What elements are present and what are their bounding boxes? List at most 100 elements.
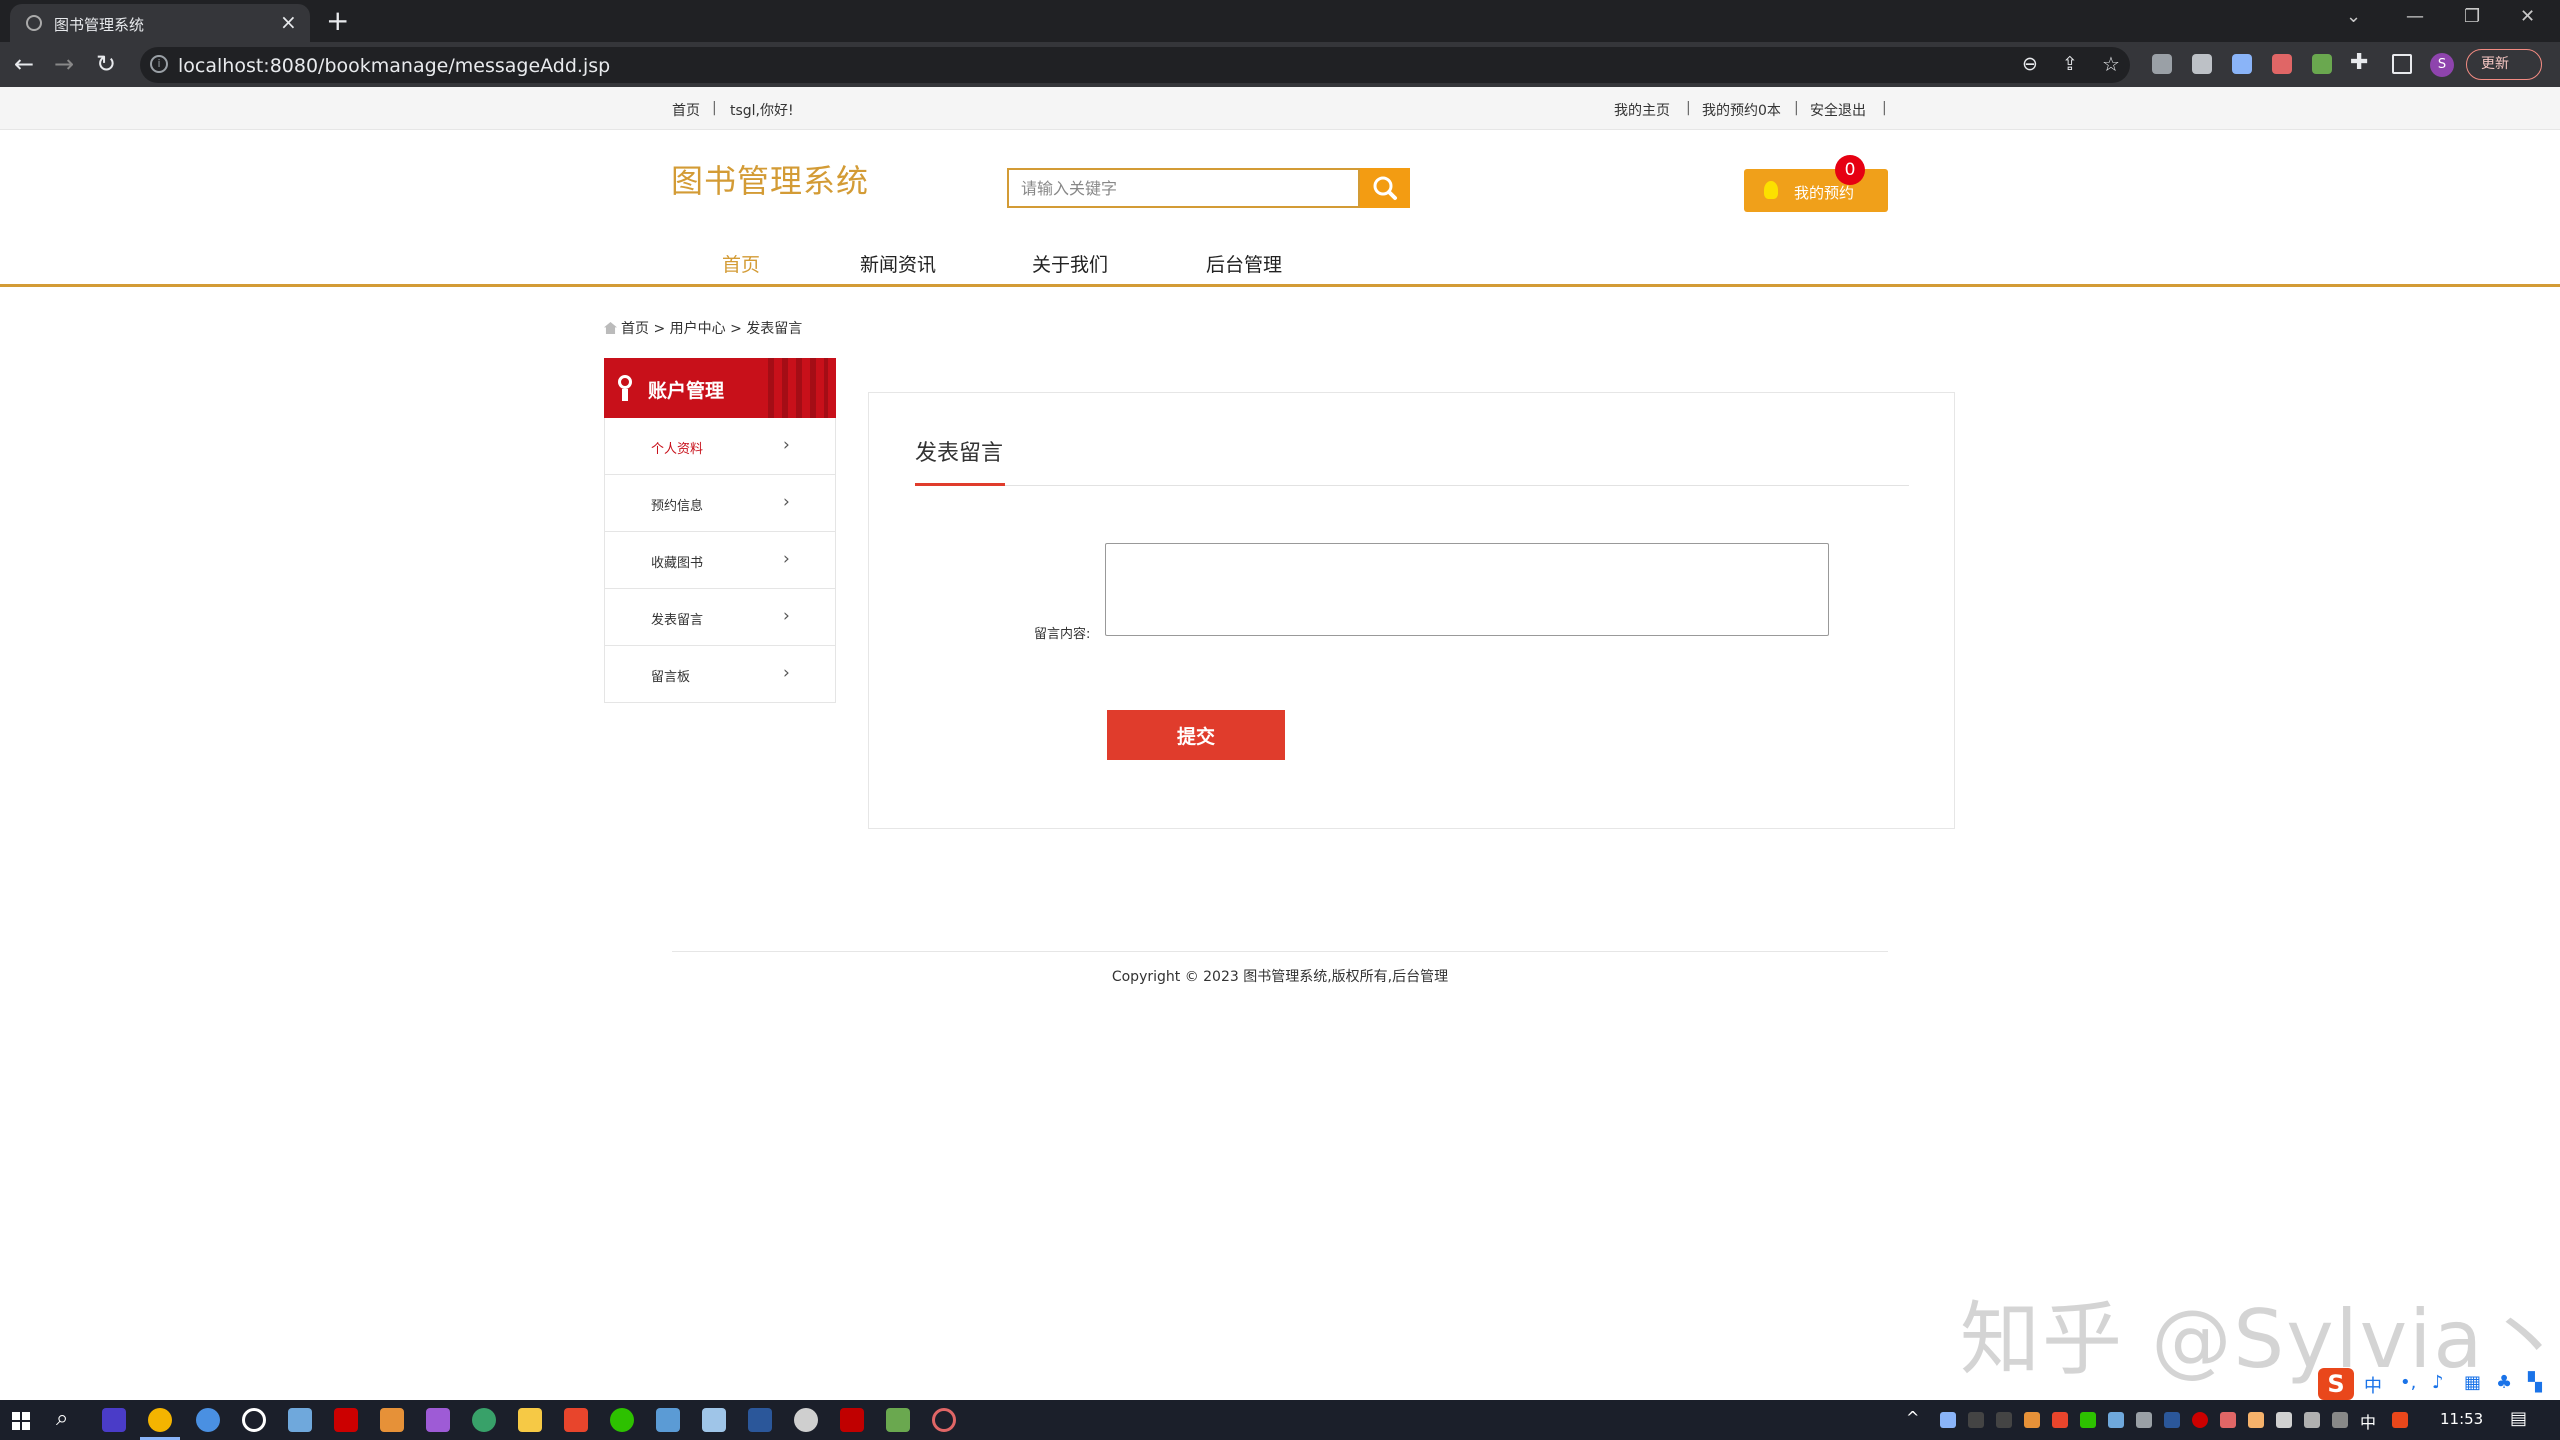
app-icon-blue[interactable] — [656, 1408, 680, 1432]
search-icon — [1373, 176, 1397, 200]
shield-extension-icon[interactable] — [2272, 54, 2292, 74]
app-icon-gray[interactable] — [794, 1408, 818, 1432]
intellij-icon[interactable] — [102, 1408, 126, 1432]
back-icon[interactable]: ← — [14, 50, 34, 78]
browser-app-icon[interactable] — [196, 1408, 220, 1432]
share-icon[interactable]: ⇪ — [2062, 53, 2078, 75]
zoom-icon[interactable]: ⊖ — [2022, 53, 2038, 75]
new-tab-button[interactable]: + — [326, 4, 349, 37]
qq-tray-icon[interactable] — [1996, 1412, 2012, 1428]
tray-icon[interactable] — [2192, 1412, 2208, 1428]
network-icon[interactable] — [2276, 1412, 2292, 1428]
minimize-icon[interactable]: — — [2406, 6, 2424, 27]
my-reservation-button[interactable]: 我的预约 — [1744, 169, 1888, 212]
chrome-icon[interactable] — [148, 1408, 172, 1432]
tray-icon[interactable] — [2248, 1412, 2264, 1428]
camera-extension-icon[interactable] — [2192, 54, 2212, 74]
ime-keyboard-icon[interactable]: ▦ — [2464, 1372, 2481, 1393]
taskbar-clock[interactable]: 11:53 — [2440, 1410, 2483, 1428]
puzzle-icon[interactable]: ✚ — [2350, 50, 2368, 75]
qq-tray-icon[interactable] — [1968, 1412, 1984, 1428]
bookmark-star-icon[interactable]: ☆ — [2102, 52, 2120, 76]
file-explorer-icon[interactable] — [518, 1408, 542, 1432]
word-icon[interactable] — [748, 1408, 772, 1432]
site-info-icon[interactable]: i — [150, 55, 168, 73]
sidebar-item-message-board[interactable]: 留言板 › — [604, 646, 836, 703]
remote-desktop-icon[interactable] — [288, 1408, 312, 1432]
breadcrumb-home[interactable]: 首页 — [621, 321, 649, 337]
logout-link[interactable]: 安全退出 — [1810, 100, 1866, 120]
search-icon[interactable]: ⌕ — [56, 1406, 68, 1431]
update-button[interactable]: 更新 — [2466, 49, 2542, 80]
forward-icon[interactable]: → — [54, 50, 74, 78]
tray-icon[interactable] — [2108, 1412, 2124, 1428]
sidebar-item-post-message[interactable]: 发表留言 › — [604, 589, 836, 646]
app-icon-orange[interactable] — [380, 1408, 404, 1432]
top-separator: | — [1686, 100, 1691, 116]
notepad-icon[interactable] — [886, 1408, 910, 1432]
pen-icon[interactable] — [2332, 1412, 2348, 1428]
top-home-link[interactable]: 首页 — [672, 100, 700, 120]
side-panel-icon[interactable] — [2392, 54, 2412, 74]
nav-admin[interactable]: 后台管理 — [1206, 250, 1282, 277]
nav-news[interactable]: 新闻资讯 — [860, 250, 936, 277]
windows-start-icon[interactable] — [12, 1412, 30, 1430]
tray-icon[interactable] — [2024, 1412, 2040, 1428]
ime-tray-indicator[interactable]: 中 — [2360, 1409, 2376, 1433]
image-extension-icon[interactable] — [2232, 54, 2252, 74]
ime-punctuation-icon[interactable]: •, — [2400, 1372, 2416, 1393]
network-app-icon[interactable] — [702, 1408, 726, 1432]
sidebar-item-profile[interactable]: 个人资料 › — [604, 418, 836, 475]
volume-icon[interactable] — [2304, 1412, 2320, 1428]
nav-about[interactable]: 关于我们 — [1032, 250, 1108, 277]
app-icon-red[interactable] — [334, 1408, 358, 1432]
ime-skin-icon[interactable]: ♣ — [2496, 1372, 2512, 1393]
message-content-textarea[interactable] — [1105, 543, 1829, 636]
award-icon — [618, 375, 632, 389]
notification-icon[interactable]: ▤ — [2510, 1408, 2527, 1429]
wps-icon[interactable] — [840, 1408, 864, 1432]
panel-title-underline — [915, 483, 1005, 486]
app-icon-red-2[interactable] — [564, 1408, 588, 1432]
sidebar-item-favorites[interactable]: 收藏图书 › — [604, 532, 836, 589]
wechat-tray-icon[interactable] — [2080, 1412, 2096, 1428]
submit-button[interactable]: 提交 — [1107, 710, 1285, 760]
record-app-icon[interactable] — [242, 1408, 266, 1432]
extension-icon[interactable] — [2152, 54, 2172, 74]
browser-tab[interactable]: 图书管理系统 × — [10, 4, 310, 42]
close-tab-icon[interactable]: × — [280, 10, 297, 34]
close-window-icon[interactable]: ✕ — [2520, 6, 2535, 27]
search-input[interactable] — [1009, 170, 1358, 206]
address-bar[interactable]: i localhost:8080/bookmanage/messageAdd.j… — [140, 47, 2130, 83]
my-reservation-link[interactable]: 我的预约0本 — [1702, 100, 1781, 120]
restore-icon[interactable]: ❐ — [2464, 6, 2480, 27]
sogou-tray-icon[interactable] — [2392, 1412, 2408, 1428]
my-home-link[interactable]: 我的主页 — [1614, 100, 1670, 120]
ime-menu-icon[interactable]: ▚ — [2528, 1372, 2542, 1393]
breadcrumb-user-center[interactable]: 用户中心 — [670, 321, 726, 337]
sidebar-item-reservations[interactable]: 预约信息 › — [604, 475, 836, 532]
sync-app-icon[interactable] — [472, 1408, 496, 1432]
tray-icon[interactable] — [1940, 1412, 1956, 1428]
reload-icon[interactable]: ↻ — [96, 50, 116, 78]
tray-icon[interactable] — [2136, 1412, 2152, 1428]
tab-search-icon[interactable]: ⌄ — [2346, 6, 2361, 27]
nav-home[interactable]: 首页 — [722, 250, 760, 277]
wechat-icon[interactable] — [610, 1408, 634, 1432]
pin-extension-icon[interactable] — [2312, 54, 2332, 74]
app-icon-purple[interactable] — [426, 1408, 450, 1432]
site-logo[interactable]: 图书管理系统 — [671, 156, 869, 202]
ime-mic-icon[interactable]: ♪ — [2432, 1372, 2444, 1393]
profile-avatar[interactable]: S — [2430, 53, 2454, 77]
tray-icon[interactable] — [2052, 1412, 2068, 1428]
tray-icon[interactable] — [2220, 1412, 2236, 1428]
tray-icon[interactable] — [2164, 1412, 2180, 1428]
url-text[interactable]: localhost:8080/bookmanage/messageAdd.jsp — [178, 55, 610, 77]
sogou-ime-icon[interactable]: S — [2318, 1368, 2354, 1400]
screen-recorder-icon[interactable] — [932, 1408, 956, 1432]
ime-language-indicator[interactable]: 中 — [2364, 1372, 2382, 1398]
tray-expand-icon[interactable]: ^ — [1906, 1408, 1919, 1427]
search-button[interactable] — [1360, 168, 1410, 208]
tab-title: 图书管理系统 — [54, 16, 145, 34]
browser-toolbar: ← → ↻ i localhost:8080/bookmanage/messag… — [0, 42, 2560, 87]
